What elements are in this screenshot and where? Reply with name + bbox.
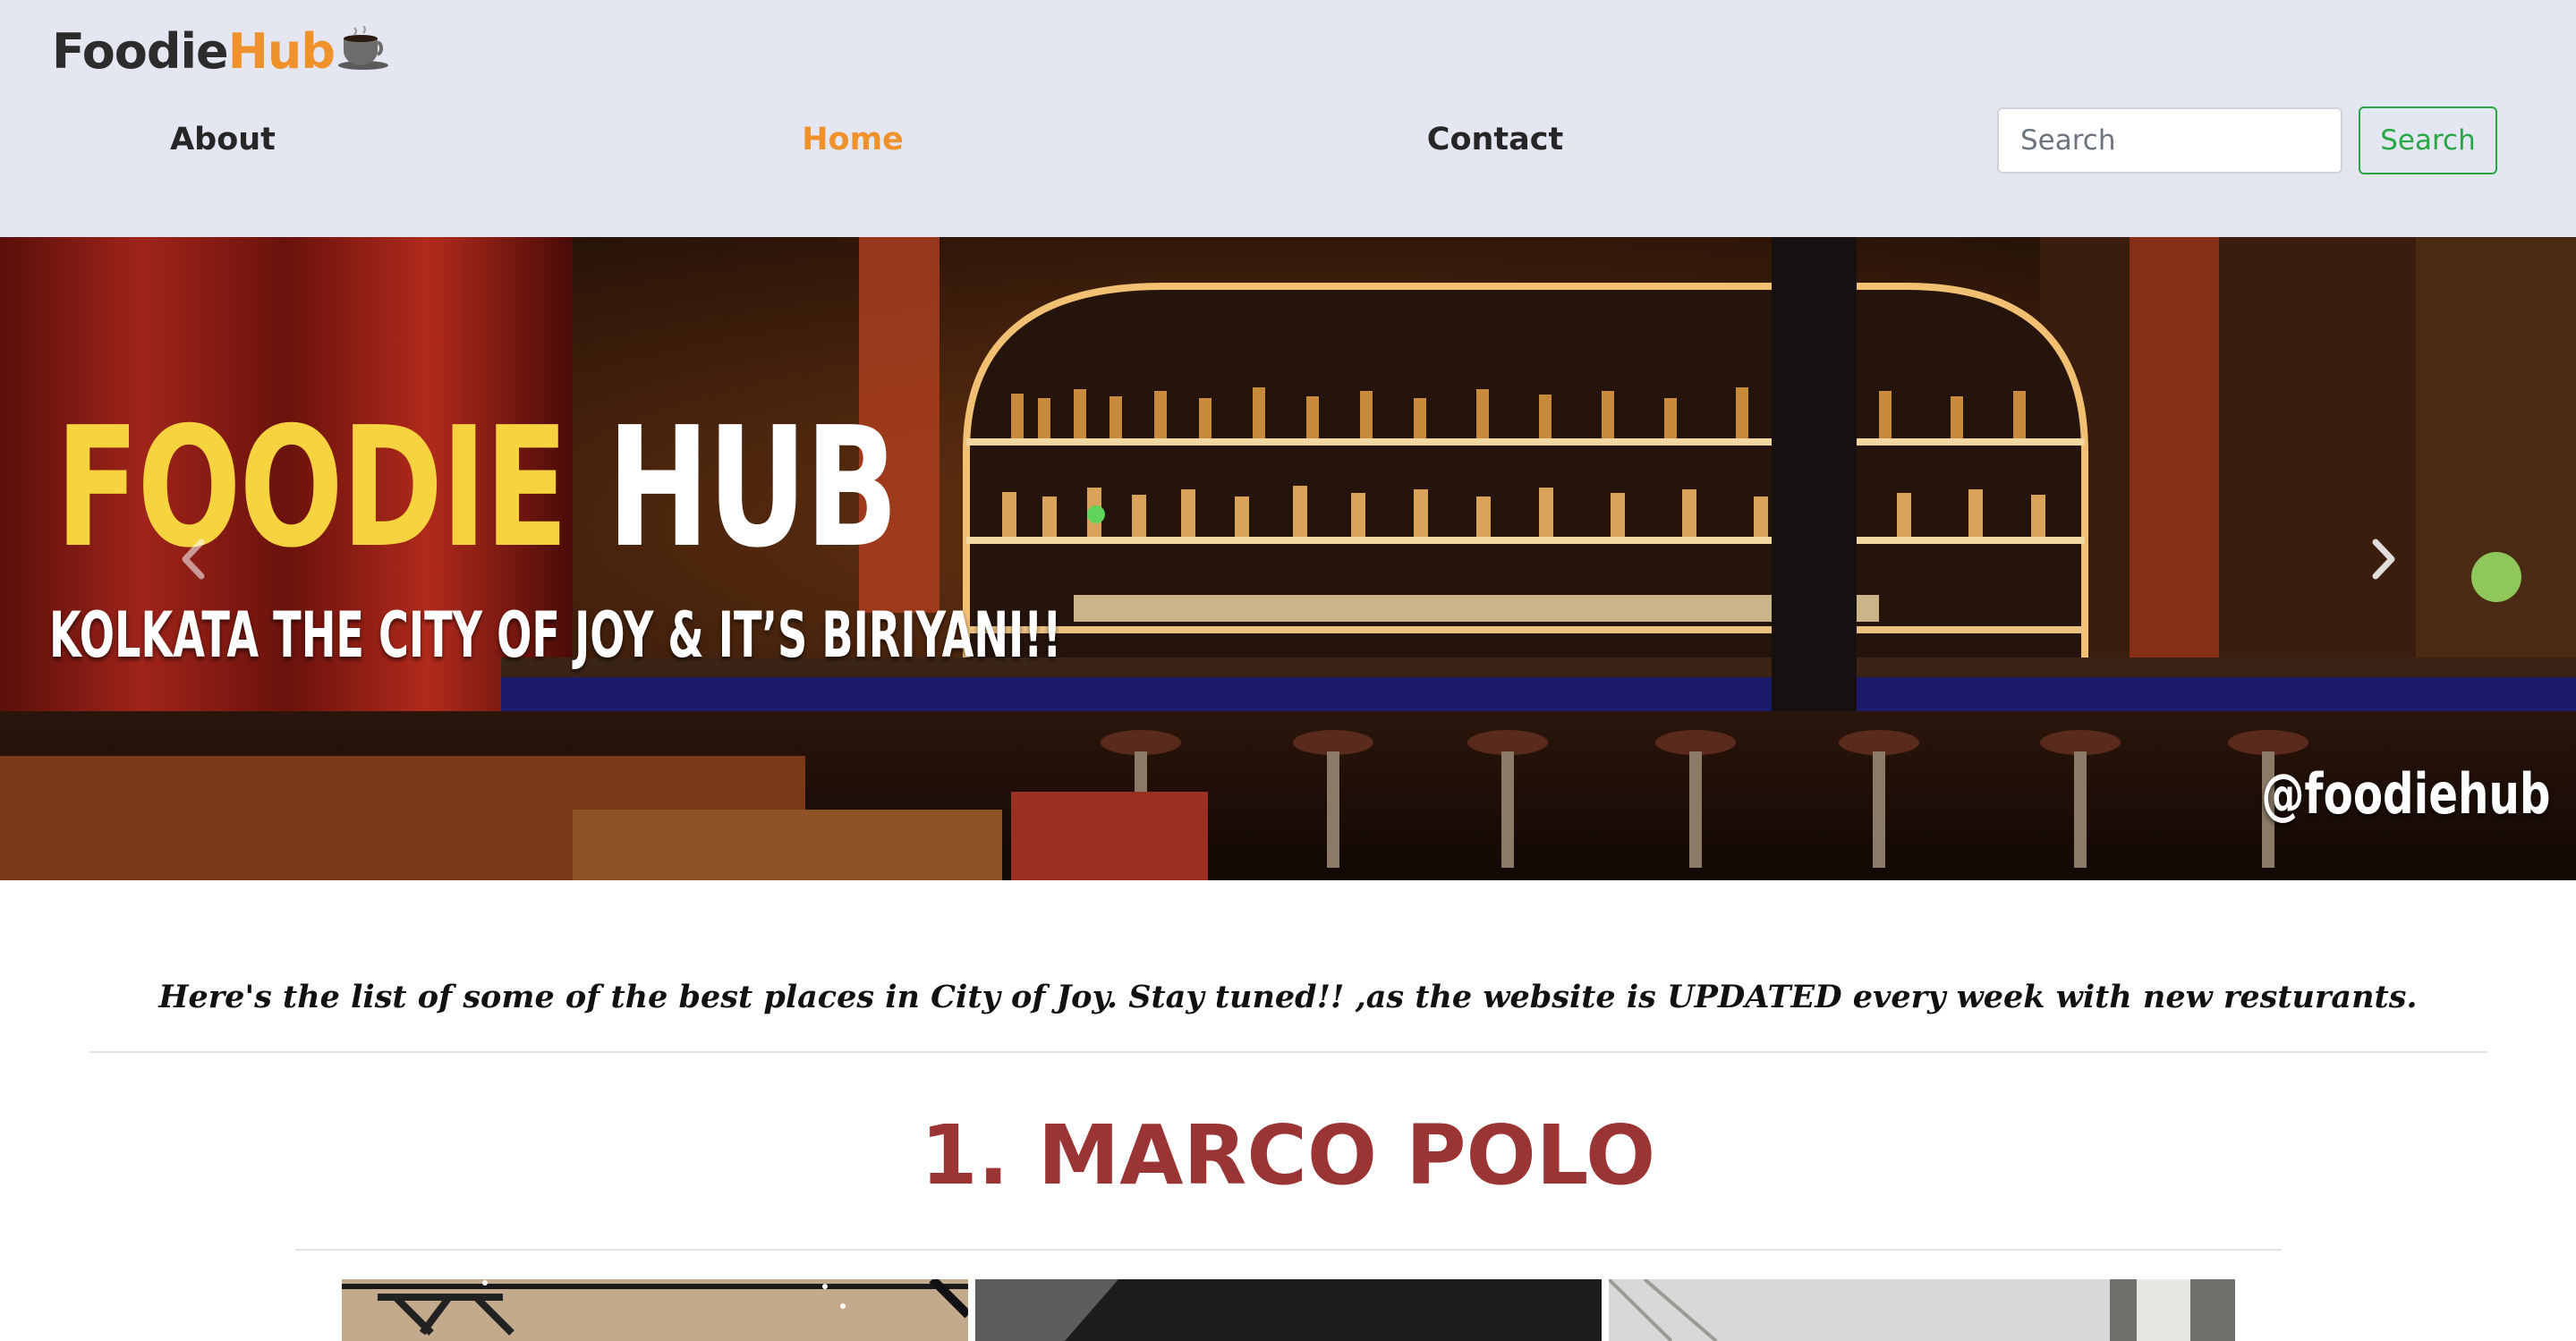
hero-title-part1: FOODIE [55,391,568,584]
nav-link-contact[interactable]: Contact [1427,115,1563,165]
nav-link-about[interactable]: About [170,115,276,165]
chevron-left-icon [182,539,205,580]
restaurant-heading: 1. MARCO POLO [920,1108,1656,1203]
divider [89,1051,2487,1053]
nav-link-home[interactable]: Home [802,115,904,165]
hero-subtitle: KOLKATA THE CITY OF JOY & IT’S BIRIYANI!… [49,598,1062,672]
carousel-next-button[interactable] [2351,528,2414,590]
hero-title-part2: HUB [607,391,899,584]
brand-part2: Hub [227,23,336,80]
search-button[interactable]: Search [2359,106,2497,174]
brand-logo[interactable]: FoodieHub [52,18,392,86]
intro-text: Here's the list of some of the best plac… [158,979,2418,1015]
brand-part1: Foodie [52,23,229,80]
carousel-prev-button[interactable] [163,528,225,590]
gallery-image-2[interactable] [975,1279,1602,1341]
hero-handle: @foodiehub [2261,761,2551,827]
chevron-right-icon [2372,539,2395,580]
gallery-image-1[interactable] [342,1279,968,1341]
search-input[interactable] [1997,107,2342,174]
divider [295,1249,2282,1251]
coffee-cup-icon [336,21,392,89]
hero-carousel: FOODIE HUB KOLKATA THE CITY OF JOY & IT’… [0,237,2576,880]
gallery-image-3[interactable] [1609,1279,2235,1341]
navbar: FoodieHub About Home Contact Search [0,0,2576,237]
